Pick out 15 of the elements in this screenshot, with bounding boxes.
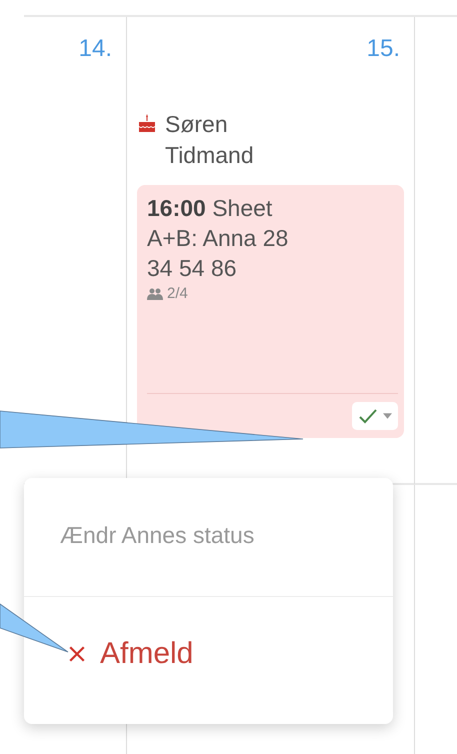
- check-icon: [358, 408, 378, 424]
- unregister-menu-item[interactable]: Afmeld: [24, 597, 194, 671]
- attendee-count: 2/4: [167, 285, 188, 302]
- status-dropdown[interactable]: [352, 402, 398, 430]
- day-number: 15.: [366, 34, 401, 63]
- people-icon: [147, 288, 163, 300]
- birthday-name: Søren Tidmand: [165, 110, 255, 170]
- day-number: 14.: [78, 34, 113, 63]
- cross-icon: [68, 645, 86, 663]
- event-title: 16:00 Sheet A+B: Anna 28 34 54 86: [147, 194, 290, 283]
- callout-arrow: [0, 603, 68, 652]
- menu-header: Ændr Annes status: [24, 478, 393, 597]
- cake-icon: [137, 113, 157, 133]
- caret-icon: [383, 413, 392, 419]
- event-card[interactable]: 16:00 Sheet A+B: Anna 28 34 54 86 2/4: [137, 185, 404, 438]
